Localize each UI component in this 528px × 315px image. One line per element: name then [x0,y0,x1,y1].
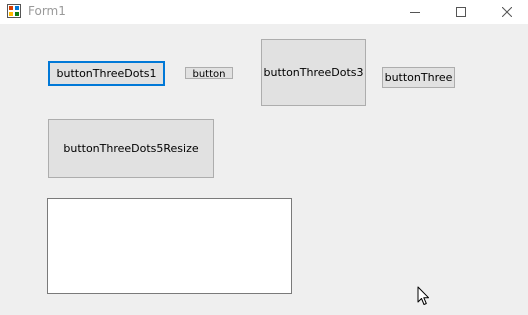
button-three-dots-5-resize-label: buttonThreeDots5Resize [63,142,199,155]
button-three-dots-3-label: buttonThreeDots3 [263,66,364,79]
close-icon [502,7,512,17]
minimize-button[interactable] [392,0,438,24]
text-box[interactable] [47,198,292,294]
button-three-label: buttonThree [384,71,453,84]
close-button[interactable] [484,0,528,24]
window-title: Form1 [28,4,66,18]
app-icon [7,4,21,18]
button-truncated[interactable]: button [185,67,233,79]
title-bar[interactable]: Form1 [0,0,528,24]
button-three-dots-3[interactable]: buttonThreeDots3 [261,39,366,106]
mouse-pointer-icon [417,286,429,305]
button-three[interactable]: buttonThree [382,67,455,88]
maximize-button[interactable] [438,0,484,24]
button-three-dots-1[interactable]: buttonThreeDots1 [48,61,165,86]
minimize-icon [410,12,420,13]
button-three-dots-1-label: buttonThreeDots1 [56,67,157,80]
button-truncated-label: button [192,69,226,79]
button-three-dots-5-resize[interactable]: buttonThreeDots5Resize [48,119,214,178]
maximize-icon [456,7,466,17]
